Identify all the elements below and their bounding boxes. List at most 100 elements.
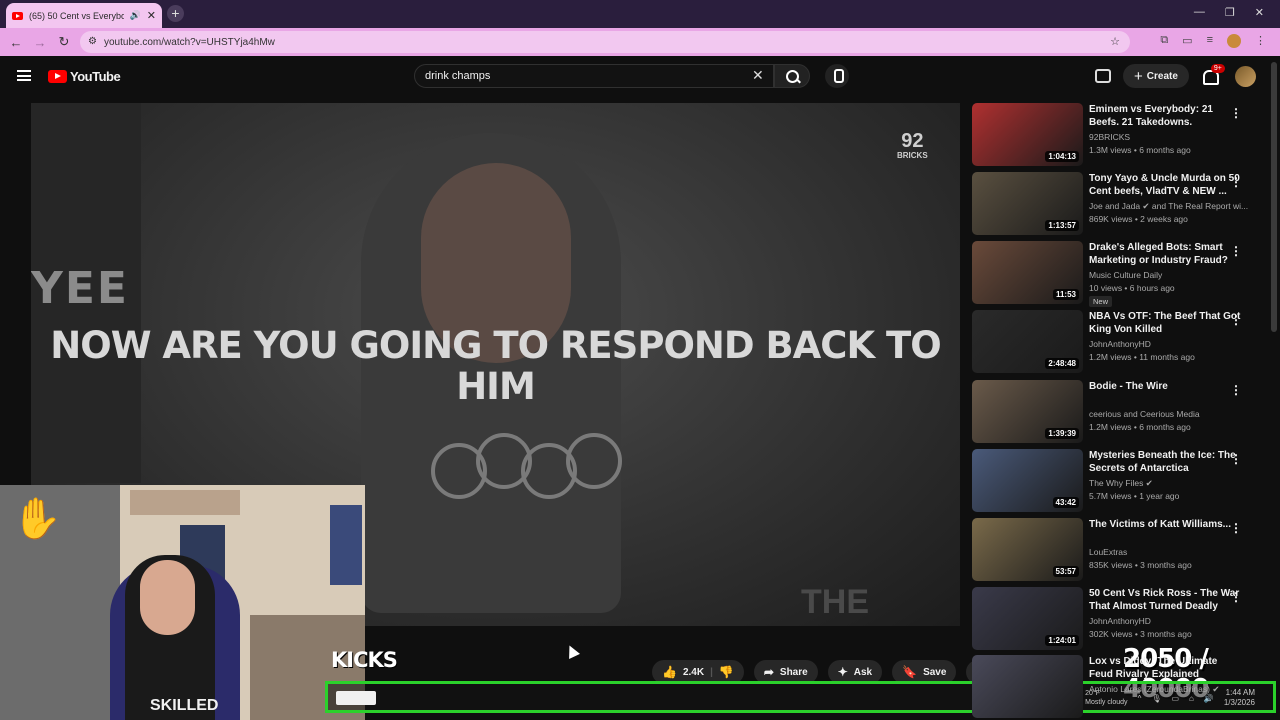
video-title[interactable]: NBA Vs OTF: The Beef That Got King Von K… bbox=[1089, 310, 1244, 336]
channel-name[interactable]: Antonio Lares (ZeroundaBrinas) ✔ bbox=[1089, 684, 1249, 695]
video-options-icon[interactable]: ⋮ bbox=[1230, 383, 1242, 397]
video-duration: 2:48:48 bbox=[1045, 358, 1079, 369]
video-duration: 11:53 bbox=[1052, 289, 1079, 300]
ask-label: Ask bbox=[853, 666, 873, 678]
recommendation-item[interactable]: 11:53 Drake's Alleged Bots: Smart Marketi… bbox=[972, 241, 1272, 307]
tab-title: (65) 50 Cent vs Everybody bbox=[29, 10, 124, 21]
video-duration: 1:39:39 bbox=[1045, 428, 1079, 439]
url-field[interactable]: ⚙ youtube.com/watch?v=UHSTYja4hMw ☆ bbox=[80, 31, 1130, 53]
background-sign-text: THE BREAK bbox=[801, 583, 922, 626]
reload-icon[interactable]: ↻ bbox=[52, 34, 76, 50]
channel-name[interactable]: JohnAnthonyHD bbox=[1089, 616, 1249, 626]
youtube-play-icon bbox=[48, 70, 67, 83]
video-thumbnail[interactable]: 1:24:01 bbox=[972, 587, 1083, 650]
voice-search-icon[interactable] bbox=[825, 64, 849, 88]
new-tab-button[interactable]: + bbox=[167, 5, 184, 22]
minimize-icon[interactable]: — bbox=[1194, 6, 1205, 19]
share-icon: ➦ bbox=[763, 665, 774, 679]
recommendation-item[interactable]: Lox vs Diddy: The Ultimate Feud Rivalry … bbox=[972, 655, 1272, 719]
channel-name[interactable]: Music Culture Daily bbox=[1089, 270, 1249, 280]
video-thumbnail[interactable] bbox=[972, 655, 1083, 718]
extensions-icon[interactable]: ⧉ bbox=[1160, 34, 1168, 48]
sparkle-icon: ✦ bbox=[837, 665, 848, 679]
video-thumbnail[interactable]: 1:13:57 bbox=[972, 172, 1083, 235]
forward-icon[interactable]: → bbox=[28, 35, 52, 50]
video-title[interactable]: The Victims of Katt Williams... bbox=[1089, 518, 1244, 531]
recommendation-item[interactable]: 2:48:48 NBA Vs OTF: The Beef That Got Kin… bbox=[972, 310, 1272, 374]
channel-name[interactable]: 92BRICKS bbox=[1089, 132, 1249, 142]
tab-close-icon[interactable]: ✕ bbox=[147, 9, 156, 22]
bookmark-star-icon[interactable]: ☆ bbox=[1110, 35, 1120, 48]
channel-name[interactable]: Joe and Jada ✔ and The Real Report wi... bbox=[1089, 201, 1249, 212]
video-options-icon[interactable]: ⋮ bbox=[1230, 521, 1242, 535]
video-title[interactable]: Tony Yayo & Uncle Murda on 50 Cent beefs… bbox=[1089, 172, 1244, 198]
recommendation-item[interactable]: 53:57 The Victims of Katt Williams... LouE… bbox=[972, 518, 1272, 582]
video-duration: 1:04:13 bbox=[1045, 151, 1079, 162]
video-options-icon[interactable]: ⋮ bbox=[1230, 313, 1242, 327]
window-close-icon[interactable]: ✕ bbox=[1255, 6, 1264, 19]
share-label: Share bbox=[779, 666, 808, 678]
video-thumbnail[interactable]: 43:42 bbox=[972, 449, 1083, 512]
video-title[interactable]: Eminem vs Everybody: 21 Beefs. 21 Takedo… bbox=[1089, 103, 1244, 129]
recommendation-item[interactable]: 1:13:57 Tony Yayo & Uncle Murda on 50 Cen… bbox=[972, 172, 1272, 236]
video-title[interactable]: Mysteries Beneath the Ice: The Secrets o… bbox=[1089, 449, 1244, 475]
channel-name[interactable]: LouExtras bbox=[1089, 547, 1249, 557]
profile-avatar-icon[interactable] bbox=[1227, 34, 1241, 48]
video-options-icon[interactable]: ⋮ bbox=[1230, 452, 1242, 466]
recommendation-item[interactable]: 1:39:39 Bodie - The Wire ceerious and Ceer… bbox=[972, 380, 1272, 444]
plus-icon: + bbox=[1134, 67, 1143, 85]
like-count: 2.4K bbox=[682, 666, 705, 678]
video-meta: 5.7M views • 1 year ago bbox=[1089, 491, 1180, 501]
video-thumbnail[interactable]: 2:48:48 bbox=[972, 310, 1083, 373]
youtube-header: YouTube drink champs ✕ + Create 9+ bbox=[0, 56, 1280, 96]
video-title[interactable]: Drake's Alleged Bots: Smart Marketing or… bbox=[1089, 241, 1244, 267]
video-title[interactable]: 50 Cent Vs Rick Ross - The War That Almo… bbox=[1089, 587, 1244, 613]
media-icon[interactable]: ≡ bbox=[1207, 34, 1213, 48]
thumbs-down-icon[interactable]: 👎 bbox=[719, 665, 734, 679]
mouse-cursor-icon bbox=[564, 643, 580, 659]
video-options-icon[interactable]: ⋮ bbox=[1230, 590, 1242, 604]
thumbs-up-icon: 👍 bbox=[662, 665, 677, 679]
recommendation-item[interactable]: 1:04:13 Eminem vs Everybody: 21 Beefs. 21… bbox=[972, 103, 1272, 167]
channel-name[interactable]: The Why Files ✔ bbox=[1089, 478, 1249, 489]
browser-toolbar-icons: ⧉ ▭ ≡ ⋮ bbox=[1160, 34, 1266, 48]
hand-gesture-icon: ✋ bbox=[12, 497, 62, 541]
webcam-poster bbox=[330, 505, 362, 585]
video-thumbnail[interactable]: 11:53 bbox=[972, 241, 1083, 304]
video-options-icon[interactable]: ⋮ bbox=[1230, 244, 1242, 258]
back-icon[interactable]: ← bbox=[4, 35, 28, 50]
recommendation-item[interactable]: 1:24:01 50 Cent Vs Rick Ross - The War Th… bbox=[972, 587, 1272, 651]
youtube-logo[interactable]: YouTube bbox=[48, 69, 121, 84]
overlay-chip bbox=[336, 691, 376, 705]
cast-icon[interactable]: ▭ bbox=[1182, 34, 1192, 48]
video-options-icon[interactable]: ⋮ bbox=[1230, 106, 1242, 120]
video-thumbnail[interactable]: 53:57 bbox=[972, 518, 1083, 581]
video-caption: NOW ARE YOU GOING TO RESPOND BACK TO HIM bbox=[50, 324, 941, 408]
page-scrollbar[interactable] bbox=[1271, 62, 1277, 332]
notifications-bell-icon[interactable]: 9+ bbox=[1201, 64, 1225, 85]
audio-icon[interactable]: 🔊 bbox=[130, 10, 141, 21]
channel-name[interactable]: ceerious and Ceerious Media bbox=[1089, 409, 1249, 419]
create-button[interactable]: + Create bbox=[1123, 64, 1189, 88]
maximize-icon[interactable]: ❐ bbox=[1225, 6, 1235, 19]
site-info-icon[interactable]: ⚙ bbox=[88, 36, 97, 47]
search-input[interactable]: drink champs bbox=[414, 64, 774, 88]
video-title[interactable]: Lox vs Diddy: The Ultimate Feud Rivalry … bbox=[1089, 655, 1244, 681]
new-badge: New bbox=[1089, 296, 1113, 307]
browser-menu-icon[interactable]: ⋮ bbox=[1255, 34, 1266, 48]
video-meta: 10 views • 6 hours ago bbox=[1089, 283, 1175, 293]
video-duration: 43:42 bbox=[1052, 497, 1079, 508]
extension-icon[interactable] bbox=[1095, 69, 1111, 83]
video-title[interactable]: Bodie - The Wire bbox=[1089, 380, 1244, 393]
channel-name[interactable]: JohnAnthonyHD bbox=[1089, 339, 1249, 349]
user-avatar[interactable] bbox=[1234, 65, 1256, 87]
browser-tab[interactable]: (65) 50 Cent vs Everybody 🔊 ✕ bbox=[6, 3, 162, 28]
video-thumbnail[interactable]: 1:04:13 bbox=[972, 103, 1083, 166]
video-thumbnail[interactable]: 1:39:39 bbox=[972, 380, 1083, 443]
search-button[interactable] bbox=[774, 64, 810, 88]
clear-search-icon[interactable]: ✕ bbox=[752, 67, 764, 84]
video-options-icon[interactable]: ⋮ bbox=[1230, 175, 1242, 189]
menu-icon[interactable] bbox=[17, 70, 31, 81]
youtube-favicon-icon bbox=[12, 11, 23, 20]
recommendation-item[interactable]: 43:42 Mysteries Beneath the Ice: The Secr… bbox=[972, 449, 1272, 513]
